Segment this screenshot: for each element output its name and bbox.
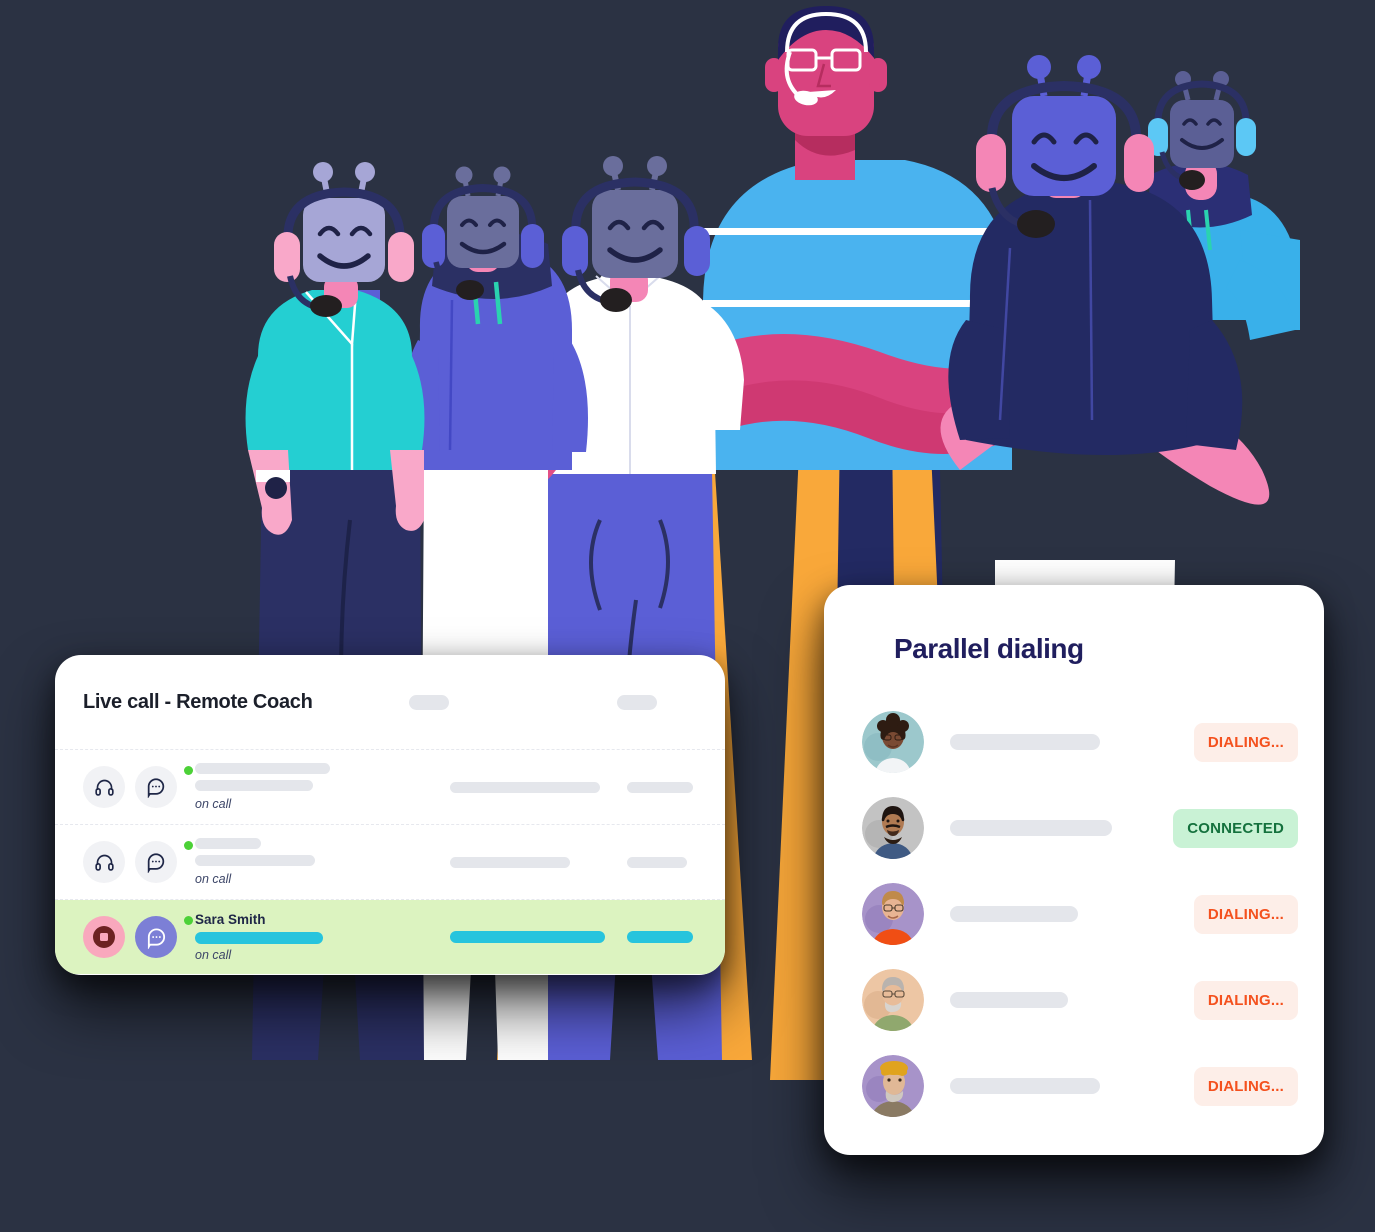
live-call-row-middle	[450, 856, 605, 868]
live-call-row-info: Sara Smith on call	[184, 911, 450, 962]
middle-placeholder	[450, 781, 600, 793]
avatar	[862, 883, 924, 945]
live-call-row[interactable]: on call	[55, 750, 725, 825]
record-stop-icon[interactable]	[83, 916, 125, 958]
contact-name-placeholder	[950, 734, 1100, 750]
name-placeholder	[195, 763, 330, 774]
parallel-dialing-card: Parallel dialing DIALING... CONNECTED DI…	[824, 585, 1324, 1155]
contact-name-placeholder	[950, 992, 1068, 1008]
right-active-bar	[627, 931, 693, 943]
page-root: Live call - Remote Coach on call on call…	[0, 0, 1375, 1232]
live-call-row-active[interactable]: Sara Smith on call	[55, 900, 725, 974]
agent-name: Sara Smith	[195, 911, 266, 927]
online-status-dot	[184, 766, 193, 775]
live-call-title: Live call - Remote Coach	[83, 690, 313, 713]
middle-active-bar	[450, 931, 605, 943]
headphones-icon[interactable]	[83, 766, 125, 808]
call-status-label: on call	[195, 797, 232, 811]
contact-name-placeholder	[950, 906, 1078, 922]
chat-bubble-icon[interactable]	[135, 841, 177, 883]
status-badge: CONNECTED	[1173, 808, 1298, 848]
right-placeholder	[627, 856, 687, 868]
dial-row[interactable]: DIALING...	[824, 699, 1324, 785]
live-call-row-middle	[450, 781, 605, 793]
live-call-row[interactable]: on call	[55, 825, 725, 900]
headphones-icon[interactable]	[83, 841, 125, 883]
avatar	[862, 969, 924, 1031]
status-badge: DIALING...	[1193, 722, 1298, 762]
live-call-card: Live call - Remote Coach on call on call…	[55, 655, 725, 975]
live-call-row-right	[627, 931, 697, 943]
live-call-row-right	[627, 856, 697, 868]
header-placeholder-2	[617, 694, 657, 710]
contact-name-placeholder	[950, 820, 1112, 836]
live-call-header: Live call - Remote Coach	[55, 655, 725, 750]
dial-row[interactable]: DIALING...	[824, 957, 1324, 1043]
detail-placeholder	[195, 780, 313, 791]
avatar	[862, 711, 924, 773]
call-status-label: on call	[195, 947, 232, 962]
avatar	[862, 797, 924, 859]
active-progress-bar	[195, 931, 323, 944]
avatar	[862, 1055, 924, 1117]
header-placeholder-1	[409, 694, 449, 710]
status-badge: DIALING...	[1193, 980, 1298, 1020]
call-status-label: on call	[195, 872, 232, 886]
detail-placeholder	[195, 855, 315, 866]
online-status-dot	[184, 841, 193, 850]
online-status-dot	[184, 915, 193, 925]
name-placeholder	[195, 838, 261, 849]
dial-row[interactable]: DIALING...	[824, 1043, 1324, 1129]
chat-bubble-icon[interactable]	[135, 916, 177, 958]
live-call-row-info: on call	[184, 763, 450, 811]
chat-bubble-icon[interactable]	[135, 766, 177, 808]
live-call-row-middle	[450, 931, 605, 943]
status-badge: DIALING...	[1193, 894, 1298, 934]
parallel-dialing-title: Parallel dialing	[894, 633, 1084, 664]
live-call-row-right	[627, 781, 697, 793]
status-badge: DIALING...	[1193, 1066, 1298, 1106]
dial-row[interactable]: DIALING...	[824, 871, 1324, 957]
middle-placeholder	[450, 856, 570, 868]
right-placeholder	[627, 781, 693, 793]
contact-name-placeholder	[950, 1078, 1100, 1094]
live-call-row-info: on call	[184, 838, 450, 886]
dial-row[interactable]: CONNECTED	[824, 785, 1324, 871]
